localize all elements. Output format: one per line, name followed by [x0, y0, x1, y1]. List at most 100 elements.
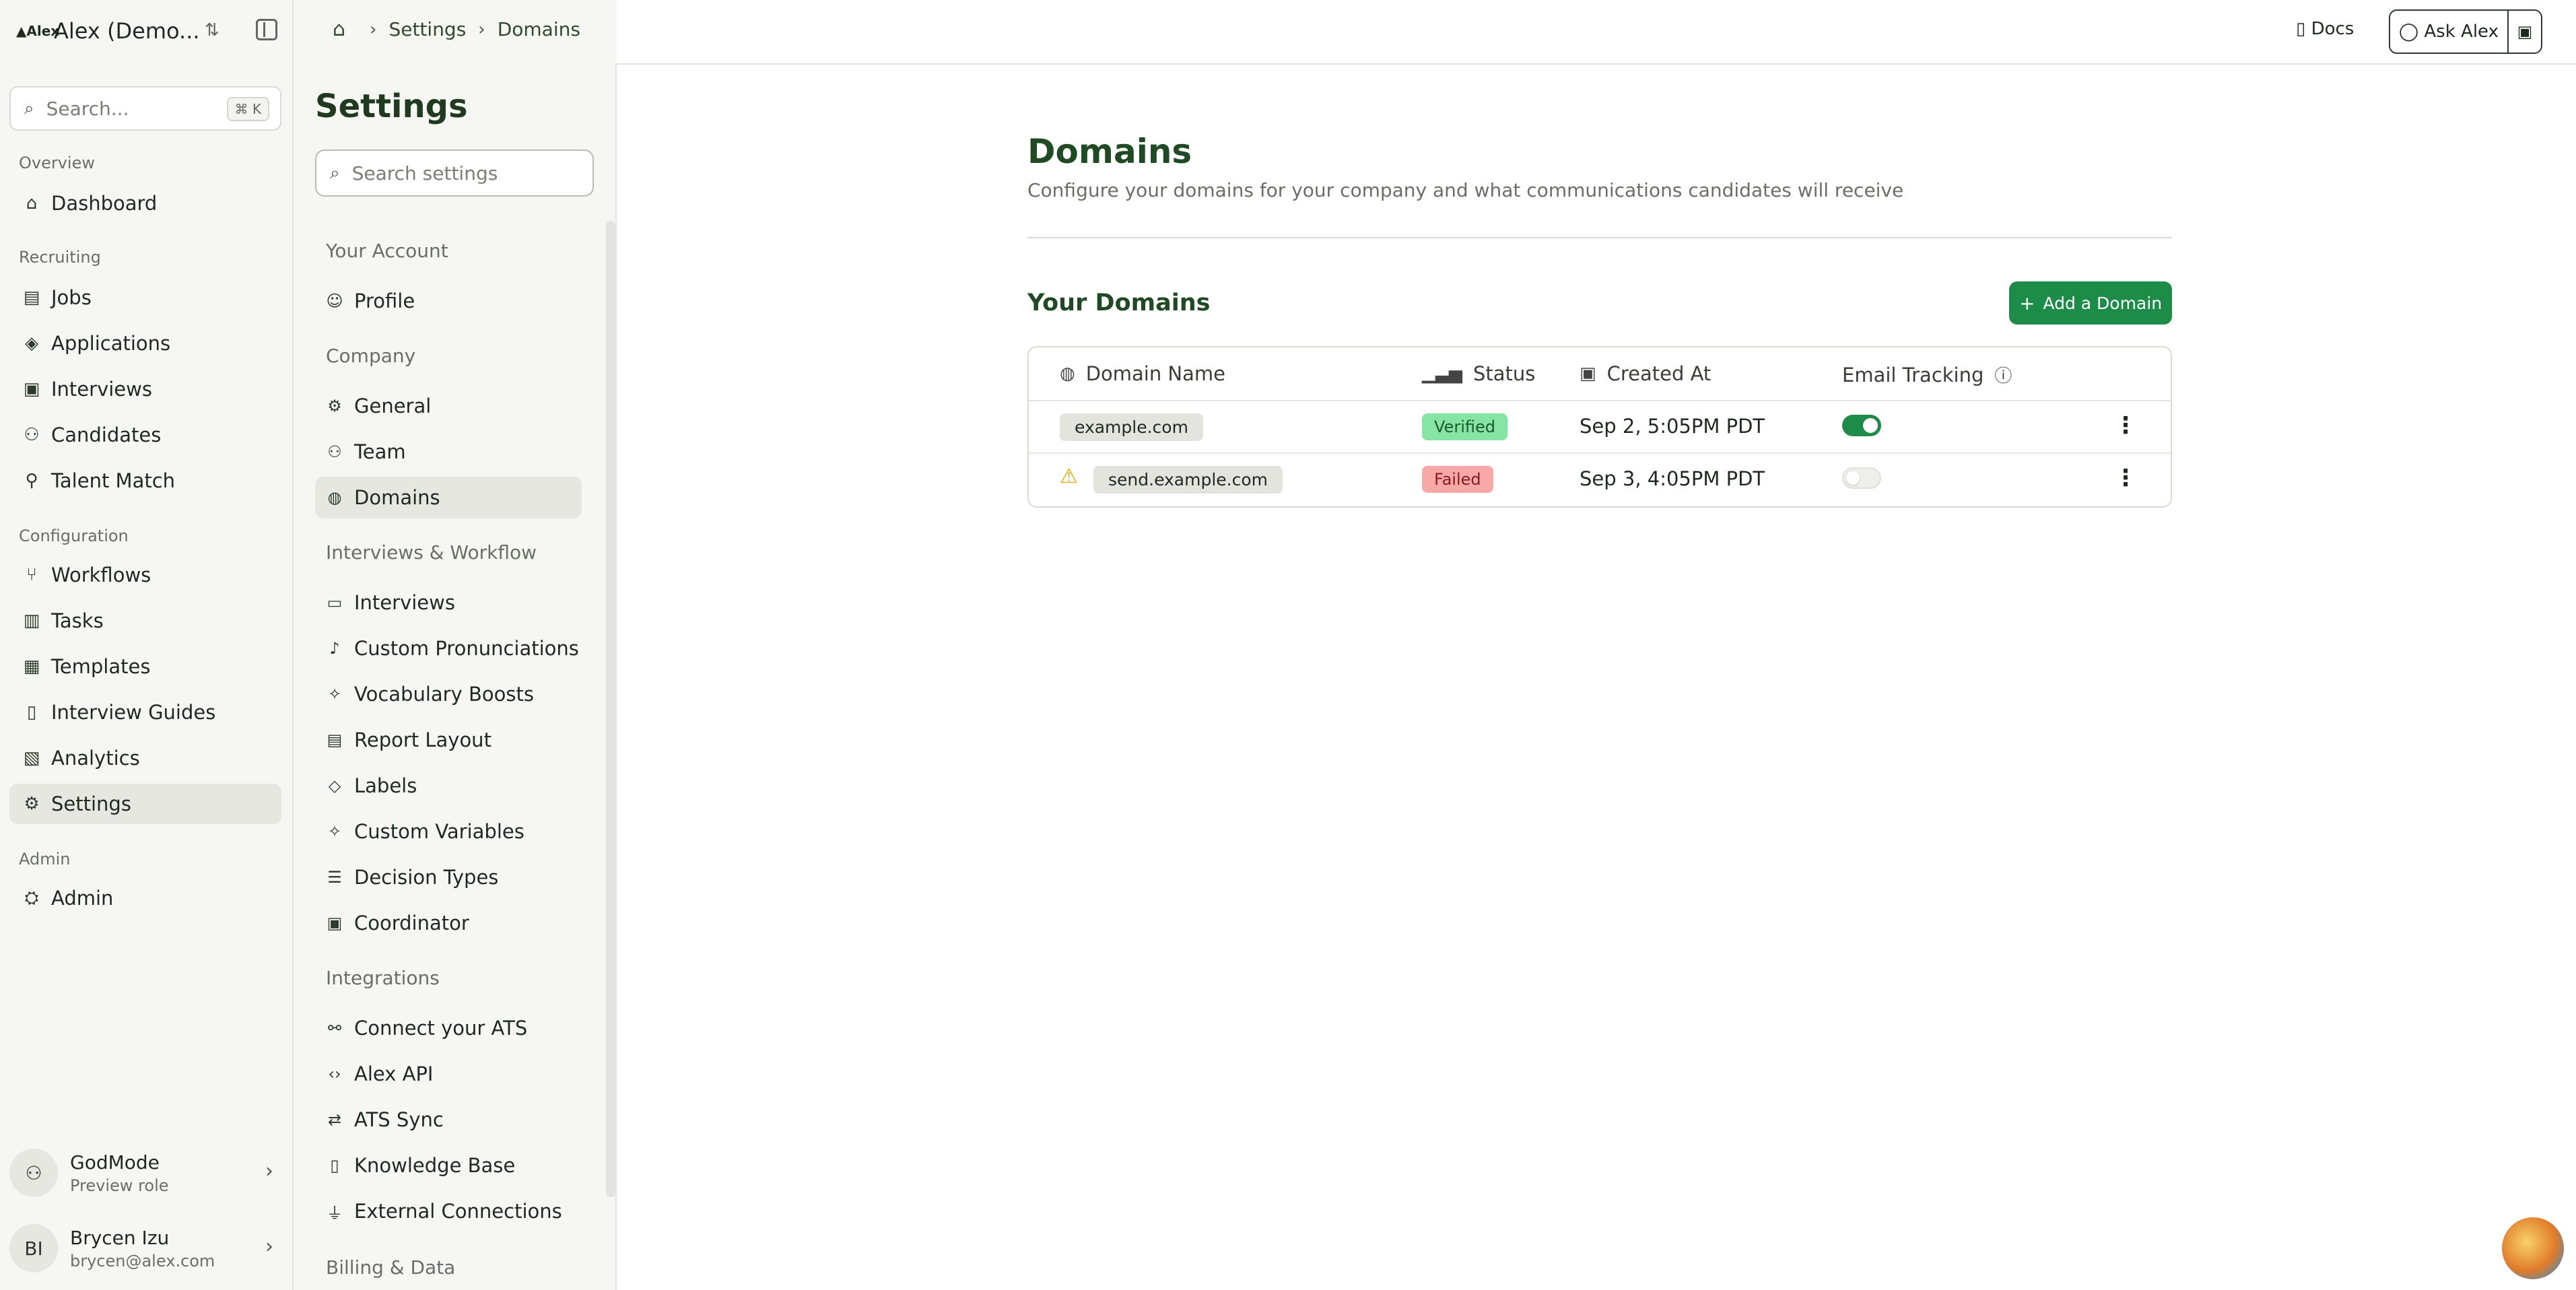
sidebar-item-workflows[interactable]: ⑂ Workflows	[9, 555, 281, 595]
settings-item-label: Alex API	[354, 1062, 434, 1085]
settings-item-label: Custom Pronunciations	[354, 637, 579, 660]
settings-item-knowledge-base[interactable]: ▯ Knowledge Base	[315, 1145, 582, 1186]
sidebar-item-jobs[interactable]: ▤ Jobs	[9, 277, 281, 318]
settings-item-custom-pronunciations[interactable]: ♪ Custom Pronunciations	[315, 627, 582, 669]
chevron-up-down-icon[interactable]: ⇅	[205, 20, 219, 40]
breadcrumb-settings[interactable]: Settings	[388, 18, 466, 40]
admin-icon: ⛭	[24, 887, 39, 908]
sidebar-item-templates[interactable]: ▦ Templates	[9, 646, 281, 687]
sync-icon: ⇄	[327, 1110, 342, 1129]
settings-item-label: General	[354, 395, 432, 417]
microphone-icon: ♪	[329, 639, 340, 658]
column-label: Created At	[1606, 362, 1711, 385]
created-at-cell: Sep 2, 5:05PM PDT	[1580, 415, 1765, 438]
more-actions-icon[interactable]: ⋮	[2114, 412, 2137, 439]
status-badge: Verified	[1422, 413, 1507, 440]
sidebar-item-label: Tasks	[51, 609, 104, 632]
book-icon: ▯	[330, 1156, 339, 1175]
settings-item-profile[interactable]: ☺ Profile	[315, 280, 582, 322]
settings-section-interviews: Interviews & Workflow	[326, 541, 537, 564]
sidebar-item-label: Interview Guides	[51, 701, 216, 724]
sidebar-item-label: Analytics	[51, 747, 140, 770]
settings-item-label: Team	[354, 440, 406, 463]
tag-icon: ◇	[328, 776, 341, 795]
created-at-cell: Sep 3, 4:05PM PDT	[1580, 467, 1765, 490]
settings-item-label: Profile	[354, 290, 415, 312]
warning-icon: ⚠	[1060, 465, 1078, 488]
settings-item-label: Vocabulary Boosts	[354, 683, 534, 706]
help-icon[interactable]: ⓘ	[1994, 362, 2012, 387]
settings-item-label: Connect your ATS	[354, 1017, 528, 1040]
email-tracking-toggle[interactable]	[1842, 415, 1881, 436]
email-tracking-toggle[interactable]	[1842, 467, 1881, 489]
video-icon: ▭	[327, 593, 343, 612]
sidebar-item-talent-match[interactable]: ⚲ Talent Match	[9, 461, 281, 501]
add-domain-label: Add a Domain	[2043, 293, 2163, 313]
sidebar-item-settings[interactable]: ⚙ Settings	[9, 784, 281, 824]
sidebar-item-interviews[interactable]: ▣ Interviews	[9, 369, 281, 409]
settings-item-connect-ats[interactable]: ⚯ Connect your ATS	[315, 1007, 582, 1049]
docs-link[interactable]: ▯ Docs	[2296, 19, 2354, 39]
sidebar-item-tasks[interactable]: ▥ Tasks	[9, 601, 281, 641]
settings-search-input[interactable]: ⌕ Search settings	[315, 149, 594, 197]
column-email-tracking: Email Tracking ⓘ	[1842, 362, 2023, 387]
domains-table: ◍ Domain Name ▁▃▅ Status ▣ Created At Em…	[1027, 346, 2172, 508]
table-header: ◍ Domain Name ▁▃▅ Status ▣ Created At Em…	[1029, 347, 2171, 401]
settings-section-account: Your Account	[326, 240, 448, 262]
page-title: Domains	[1027, 132, 1192, 171]
settings-item-label: Labels	[354, 774, 417, 797]
settings-item-general[interactable]: ⚙ General	[315, 385, 582, 427]
sidebar-collapse-icon[interactable]	[256, 19, 277, 40]
users-icon: ⚇	[24, 425, 40, 445]
settings-item-label: Interviews	[354, 591, 455, 614]
sidebar-item-analytics[interactable]: ▧ Analytics	[9, 738, 281, 778]
more-actions-icon[interactable]: ⋮	[2114, 465, 2137, 491]
settings-item-external-connections[interactable]: ⏚ External Connections	[315, 1190, 582, 1232]
globe-icon: ◍	[1060, 364, 1075, 384]
settings-item-custom-variables[interactable]: ✧ Custom Variables	[315, 811, 582, 852]
user-name: Brycen Izu	[70, 1226, 170, 1249]
sidebar-item-applications[interactable]: ◈ Applications	[9, 323, 281, 364]
sidebar-item-admin[interactable]: ⛭ Admin	[9, 878, 281, 918]
settings-item-alex-api[interactable]: ‹› Alex API	[315, 1053, 582, 1095]
settings-item-report-layout[interactable]: ▤ Report Layout	[315, 719, 582, 761]
settings-item-decision-types[interactable]: ☰ Decision Types	[315, 856, 582, 898]
top-bar	[294, 0, 2576, 65]
settings-scrollbar[interactable]	[606, 221, 615, 1197]
alex-logo: ▲Alex	[16, 23, 60, 39]
settings-item-coordinator[interactable]: ▣ Coordinator	[315, 902, 582, 944]
template-icon: ▦	[23, 656, 40, 677]
settings-item-domains[interactable]: ◍ Domains	[315, 477, 582, 518]
preview-role-card[interactable]: ⚇ GodMode Preview role ›	[9, 1141, 281, 1205]
plug-icon: ⚯	[327, 1019, 342, 1038]
sidebar-item-label: Dashboard	[51, 192, 158, 215]
ask-alex-button[interactable]: ◯ Ask Alex	[2389, 9, 2509, 54]
calendar-button[interactable]: ▣	[2507, 9, 2542, 54]
column-label: Domain Name	[1085, 362, 1225, 385]
search-icon: ⌕	[330, 162, 340, 183]
sidebar-item-dashboard[interactable]: ⌂ Dashboard	[9, 183, 281, 224]
column-label: Email Tracking	[1842, 363, 1984, 386]
settings-item-vocabulary-boosts[interactable]: ✧ Vocabulary Boosts	[315, 673, 582, 715]
add-domain-button[interactable]: + Add a Domain	[2009, 281, 2172, 325]
settings-item-labels[interactable]: ◇ Labels	[315, 765, 582, 807]
home-icon[interactable]: ⌂	[333, 18, 345, 41]
settings-item-label: Decision Types	[354, 866, 499, 889]
workflow-icon: ⑂	[26, 565, 37, 585]
code-icon: ‹›	[328, 1064, 341, 1083]
settings-item-interviews[interactable]: ▭ Interviews	[315, 582, 582, 623]
page-description: Configure your domains for your company …	[1027, 179, 1904, 201]
nav-section-overview: Overview	[19, 154, 95, 172]
user-email: brycen@alex.com	[70, 1251, 215, 1270]
workspace-switcher[interactable]: ▲Alex Alex (Demo... ⇅	[16, 15, 285, 47]
layers-icon: ◈	[25, 333, 38, 353]
sidebar-item-interview-guides[interactable]: ▯ Interview Guides	[9, 692, 281, 733]
sidebar-item-candidates[interactable]: ⚇ Candidates	[9, 415, 281, 455]
chat-icon: ◯	[2399, 22, 2425, 42]
assistant-launcher-icon[interactable]	[2502, 1217, 2564, 1279]
settings-item-team[interactable]: ⚇ Team	[315, 431, 582, 473]
settings-title: Settings	[315, 88, 468, 125]
global-search-input[interactable]: ⌕ Search... ⌘ K	[9, 86, 281, 131]
settings-item-ats-sync[interactable]: ⇄ ATS Sync	[315, 1099, 582, 1141]
user-profile-card[interactable]: BI Brycen Izu brycen@alex.com ›	[9, 1216, 281, 1281]
